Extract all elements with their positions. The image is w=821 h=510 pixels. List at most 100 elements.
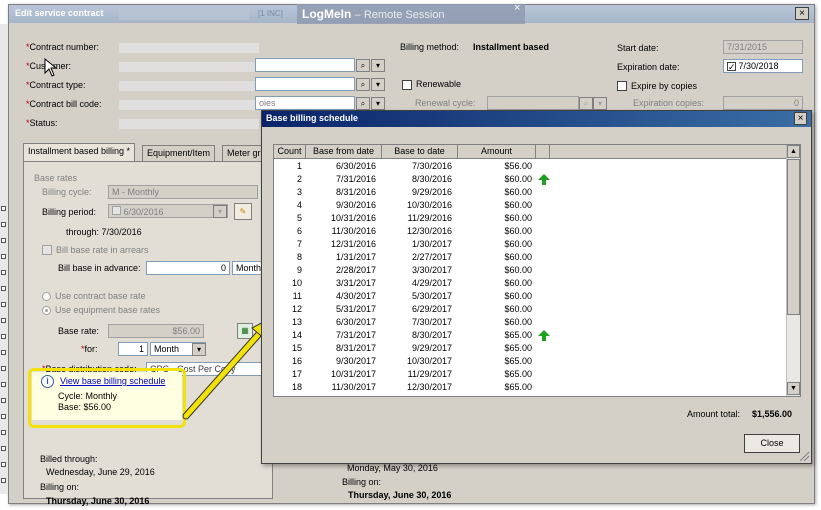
column-header-to[interactable]: Base to date bbox=[382, 145, 458, 159]
renewal-cycle-label: Renewal cycle: bbox=[415, 98, 476, 108]
row-amount: $65.00 bbox=[504, 356, 532, 366]
contract-type-lookup-icon[interactable]: ⌕ bbox=[356, 78, 370, 91]
row-to-date: 7/30/2017 bbox=[411, 317, 452, 327]
row-amount: $60.00 bbox=[504, 304, 532, 314]
resize-grip-icon[interactable] bbox=[798, 450, 810, 462]
dialog-title-bar[interactable]: Base billing schedule × bbox=[262, 111, 811, 127]
expiration-date-label: Expiration date: bbox=[617, 62, 680, 72]
row-from-date: 4/30/2017 bbox=[335, 291, 376, 301]
bill-in-advance-input[interactable]: 0 bbox=[146, 261, 230, 275]
table-row[interactable]: 5 10/31/2016 11/29/2016 $60.00 bbox=[274, 212, 788, 225]
renewable-checkbox[interactable] bbox=[402, 80, 412, 90]
tab-meter-groups[interactable]: Meter gr bbox=[222, 145, 266, 161]
expiration-date-input[interactable]: ✓ 7/30/2018 bbox=[723, 59, 803, 73]
table-row[interactable]: 11 4/30/2017 5/30/2017 $60.00 bbox=[274, 290, 788, 303]
row-from-date: 2/28/2017 bbox=[335, 265, 376, 275]
column-header-amount[interactable]: Amount bbox=[458, 145, 536, 159]
row-count: 18 bbox=[291, 382, 302, 392]
table-row[interactable]: 2 7/31/2016 8/30/2016 $60.00 bbox=[274, 173, 788, 186]
table-row[interactable]: 4 9/30/2016 10/30/2016 $60.00 bbox=[274, 199, 788, 212]
billing-method-value: Installment based bbox=[473, 42, 550, 52]
renewal-cycle-input[interactable] bbox=[487, 96, 579, 110]
table-row[interactable]: 16 9/30/2017 10/30/2017 $65.00 bbox=[274, 355, 788, 368]
expiration-copies-input[interactable]: 0 bbox=[723, 96, 803, 110]
for-input[interactable]: 1 bbox=[118, 342, 148, 356]
column-header-extra bbox=[536, 145, 550, 159]
row-to-date: 8/30/2017 bbox=[411, 330, 452, 340]
use-contract-rate-radio[interactable] bbox=[42, 292, 51, 301]
contract-number-field[interactable] bbox=[119, 43, 259, 53]
contract-bill-code-field[interactable] bbox=[119, 100, 259, 110]
contract-type-field[interactable] bbox=[119, 81, 259, 91]
contract-type-dropdown-icon[interactable]: ▾ bbox=[371, 78, 385, 91]
row-to-date: 9/29/2016 bbox=[411, 187, 452, 197]
row-to-date: 4/29/2017 bbox=[411, 278, 452, 288]
billing-on-value: Thursday, June 30, 2016 bbox=[46, 496, 150, 506]
customer-lookup-icon[interactable]: ⌕ bbox=[356, 59, 370, 72]
billing-schedule-grid: Count Base from date Base to date Amount… bbox=[273, 144, 801, 397]
column-header-from[interactable]: Base from date bbox=[306, 145, 382, 159]
row-to-date: 12/30/2016 bbox=[406, 226, 452, 236]
row-to-date: 9/29/2017 bbox=[411, 343, 452, 353]
table-row[interactable]: 13 6/30/2017 7/30/2017 $60.00 bbox=[274, 316, 788, 329]
bill-code-input[interactable]: oies bbox=[255, 96, 355, 110]
edit-pencil-icon[interactable]: ✎ bbox=[234, 203, 252, 220]
row-amount: $60.00 bbox=[504, 213, 532, 223]
customer-input[interactable] bbox=[255, 58, 355, 72]
row-count: 6 bbox=[296, 226, 302, 236]
table-row[interactable]: 18 11/30/2017 12/30/2017 $65.00 bbox=[274, 381, 788, 394]
billing-period-dropdown-icon[interactable]: ▾ bbox=[213, 205, 227, 218]
expiration-date-checkbox[interactable]: ✓ bbox=[727, 62, 736, 72]
row-to-date: 6/29/2017 bbox=[411, 304, 452, 314]
table-row[interactable]: 17 10/31/2017 11/29/2017 $65.00 bbox=[274, 368, 788, 381]
billed-through-label: Billed through: bbox=[40, 454, 98, 464]
status-field[interactable] bbox=[119, 119, 259, 129]
table-row[interactable]: 3 8/31/2016 9/29/2016 $60.00 bbox=[274, 186, 788, 199]
start-date-input[interactable]: 7/31/2015 bbox=[723, 40, 803, 54]
renewal-dropdown-icon[interactable]: ▾ bbox=[593, 97, 607, 110]
billing-period-input[interactable]: 6/30/2016 bbox=[108, 204, 228, 218]
row-amount: $60.00 bbox=[504, 291, 532, 301]
dialog-close-icon[interactable]: × bbox=[794, 112, 807, 125]
right-billing-on-label: Billing on: bbox=[342, 477, 382, 487]
close-button[interactable]: Close bbox=[744, 434, 800, 453]
tab-equipment-item[interactable]: Equipment/Item bbox=[142, 145, 216, 161]
vertical-scrollbar[interactable]: ▲ ▼ bbox=[786, 145, 800, 396]
table-row[interactable]: 6 11/30/2016 12/30/2016 $60.00 bbox=[274, 225, 788, 238]
table-row[interactable]: 15 8/31/2017 9/29/2017 $65.00 bbox=[274, 342, 788, 355]
row-amount: $60.00 bbox=[504, 278, 532, 288]
expire-by-copies-checkbox[interactable] bbox=[617, 81, 627, 91]
increase-arrow-icon bbox=[538, 174, 550, 185]
bill-in-arrears-checkbox[interactable] bbox=[42, 245, 52, 255]
contract-type-input[interactable] bbox=[255, 77, 355, 91]
billing-period-checkbox[interactable] bbox=[112, 206, 121, 215]
bill-code-dropdown-icon[interactable]: ▾ bbox=[371, 97, 385, 110]
table-row[interactable]: 12 5/31/2017 6/29/2017 $60.00 bbox=[274, 303, 788, 316]
title-tag: [1 INC] bbox=[258, 9, 283, 18]
scroll-down-icon[interactable]: ▼ bbox=[787, 382, 800, 395]
base-billing-schedule-dialog: Base billing schedule × Count Base from … bbox=[261, 110, 812, 464]
table-row[interactable]: 8 1/31/2017 2/27/2017 $60.00 bbox=[274, 251, 788, 264]
logmein-close-icon[interactable]: × bbox=[514, 2, 520, 14]
bill-code-lookup-icon[interactable]: ⌕ bbox=[356, 97, 370, 110]
use-equipment-rates-radio[interactable] bbox=[42, 306, 51, 315]
table-row[interactable]: 7 12/31/2016 1/30/2017 $60.00 bbox=[274, 238, 788, 251]
row-amount: $60.00 bbox=[504, 252, 532, 262]
tab-installment-billing[interactable]: Installment based billing * bbox=[23, 143, 136, 161]
column-header-count[interactable]: Count bbox=[274, 145, 306, 159]
grid-header: Count Base from date Base to date Amount bbox=[274, 145, 788, 159]
table-row[interactable]: 10 3/31/2017 4/29/2017 $60.00 bbox=[274, 277, 788, 290]
base-rates-title: Base rates bbox=[34, 173, 78, 183]
scroll-thumb[interactable] bbox=[787, 159, 800, 315]
customer-field[interactable] bbox=[119, 62, 259, 72]
table-row[interactable]: 14 7/31/2017 8/30/2017 $65.00 bbox=[274, 329, 788, 342]
renewal-lookup-icon[interactable]: ⌕ bbox=[579, 97, 593, 110]
row-from-date: 3/31/2017 bbox=[335, 278, 376, 288]
contract-type-label: *Contract type: bbox=[26, 80, 86, 90]
main-close-button[interactable]: × bbox=[795, 7, 809, 20]
table-row[interactable]: 9 2/28/2017 3/30/2017 $60.00 bbox=[274, 264, 788, 277]
table-row[interactable]: 1 6/30/2016 7/30/2016 $56.00 bbox=[274, 160, 788, 173]
scroll-up-icon[interactable]: ▲ bbox=[787, 145, 800, 158]
customer-dropdown-icon[interactable]: ▾ bbox=[371, 59, 385, 72]
billing-cycle-input[interactable]: M - Monthly bbox=[108, 185, 258, 199]
